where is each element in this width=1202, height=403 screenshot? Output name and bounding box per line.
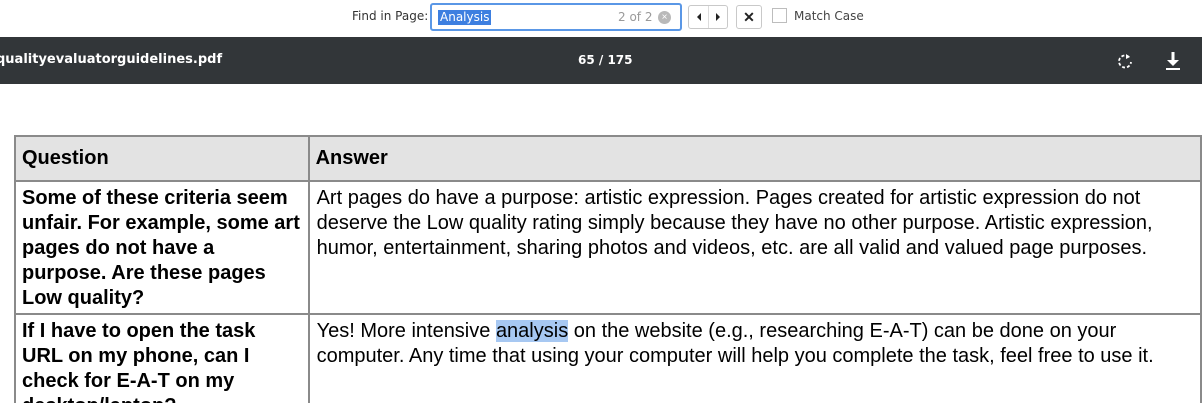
question-header: Question: [14, 135, 310, 182]
match-navigation: [688, 5, 728, 29]
answer-cell: Yes! More intensive analysis on the webs…: [307, 313, 1202, 403]
question-cell: Some of these criteria seem unfair. For …: [14, 180, 310, 315]
find-bar: Find in Page: Analysis 2 of 2 × ✕ Match …: [0, 0, 1202, 36]
table-row: If I have to open the task URL on my pho…: [14, 313, 1202, 403]
find-query-text[interactable]: Analysis: [438, 10, 492, 25]
answer-cell: Art pages do have a purpose: artistic ex…: [307, 180, 1202, 315]
faq-table: Question Answer Some of these criteria s…: [14, 135, 1202, 403]
page-indicator: 65 / 175: [578, 53, 633, 67]
clear-search-icon[interactable]: ×: [658, 11, 671, 24]
chevron-right-icon: [716, 13, 720, 21]
chevron-left-icon: [696, 13, 701, 21]
answer-text: Yes! More intensive: [316, 320, 496, 342]
match-case-label[interactable]: Match Case: [794, 9, 864, 23]
download-icon[interactable]: [1164, 51, 1182, 71]
rotate-icon[interactable]: [1116, 52, 1134, 70]
next-match-button[interactable]: [708, 6, 727, 28]
table-header-row: Question Answer: [14, 135, 1202, 182]
previous-match-button[interactable]: [689, 6, 708, 28]
pdf-filename: qualityevaluatorguidelines.pdf: [0, 52, 223, 67]
match-case-checkbox[interactable]: [772, 8, 787, 23]
answer-header: Answer: [307, 135, 1202, 182]
table-row: Some of these criteria seem unfair. For …: [14, 180, 1202, 315]
match-count: 2 of 2: [618, 10, 653, 24]
pdf-toolbar: qualityevaluatorguidelines.pdf 65 / 175: [0, 37, 1202, 84]
find-label: Find in Page:: [352, 9, 429, 23]
close-find-button[interactable]: ✕: [736, 5, 762, 29]
find-input[interactable]: Analysis 2 of 2 ×: [430, 3, 682, 31]
close-icon: ✕: [743, 8, 755, 25]
search-match-highlight: analysis: [495, 320, 569, 342]
question-cell: If I have to open the task URL on my pho…: [14, 313, 310, 403]
